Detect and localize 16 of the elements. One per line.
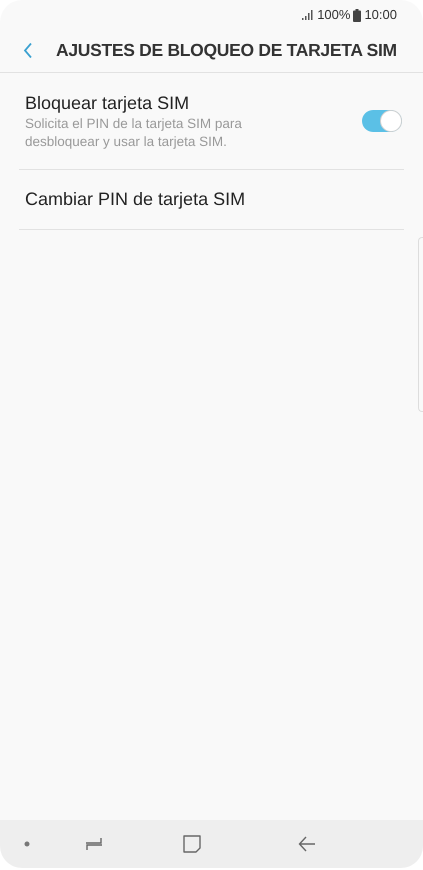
- toggle-switch[interactable]: [362, 110, 402, 132]
- setting-row[interactable]: Cambiar PIN de tarjeta SIM: [19, 170, 404, 230]
- battery-icon: [353, 8, 362, 22]
- setting-row[interactable]: Bloquear tarjeta SIM Solicita el PIN de la tarjeta SIM para desbloquear y usar la tarjeta SIM.: [19, 73, 404, 170]
- signal-icon: [302, 10, 314, 20]
- recents-icon: [85, 837, 103, 851]
- back-icon: [23, 42, 33, 58]
- clock: 10:00: [364, 6, 397, 24]
- setting-title: Bloquear tarjeta SIM: [25, 92, 190, 115]
- setting-description: Solicita el PIN de la tarjeta SIM para desbloquear y usar la tarjeta SIM.: [25, 115, 243, 151]
- battery-percent: 100%: [317, 6, 350, 24]
- page-title: AJUSTES DE BLOQUEO DE TARJETA SIM: [56, 38, 397, 62]
- back-arrow-icon: [298, 836, 316, 852]
- setting-title: Cambiar PIN de tarjeta SIM: [25, 188, 246, 211]
- dot-icon: [24, 841, 30, 847]
- edge-handle[interactable]: [418, 237, 423, 412]
